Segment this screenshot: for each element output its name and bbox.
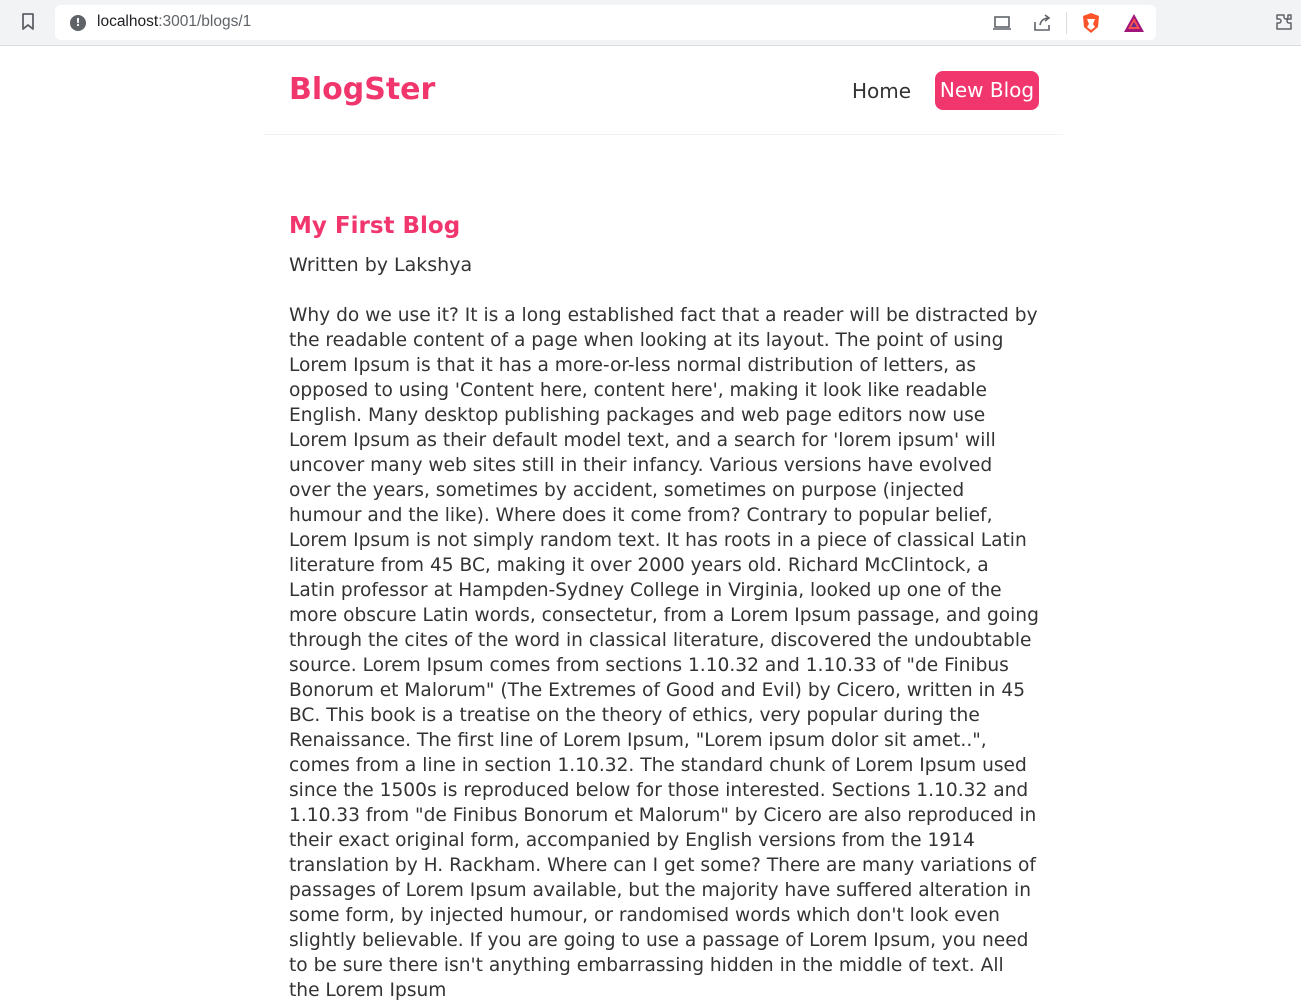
- bookmark-icon[interactable]: [21, 13, 35, 31]
- url-text[interactable]: localhost:3001/blogs/1: [97, 13, 251, 31]
- blog-author: Written by Lakshya: [289, 254, 473, 276]
- blog-details: My First Blog Written by Lakshya Why do …: [289, 208, 1039, 1003]
- url-path: :3001/blogs/1: [158, 13, 252, 30]
- new-blog-button[interactable]: New Blog: [935, 71, 1039, 110]
- omnibox-divider: [1066, 12, 1067, 34]
- address-bar[interactable]: ! localhost:3001/blogs/1: [55, 5, 1156, 40]
- blog-title: My First Blog: [289, 213, 461, 239]
- blog-body: Why do we use it? It is a long establish…: [289, 305, 1039, 1001]
- url-host: localhost: [97, 13, 159, 30]
- cast-icon[interactable]: [992, 14, 1012, 32]
- site-brand: BlogSter: [289, 72, 436, 107]
- navbar: BlogSter Home New Blog: [264, 46, 1063, 135]
- share-icon[interactable]: [1032, 14, 1052, 32]
- site-info-icon[interactable]: !: [70, 15, 86, 31]
- browser-toolbar: ! localhost:3001/blogs/1: [0, 0, 1301, 46]
- extensions-icon[interactable]: [1274, 12, 1294, 32]
- brave-shields-icon[interactable]: [1080, 12, 1102, 34]
- brave-rewards-icon[interactable]: [1122, 12, 1146, 34]
- nav-home-link[interactable]: Home: [852, 79, 911, 103]
